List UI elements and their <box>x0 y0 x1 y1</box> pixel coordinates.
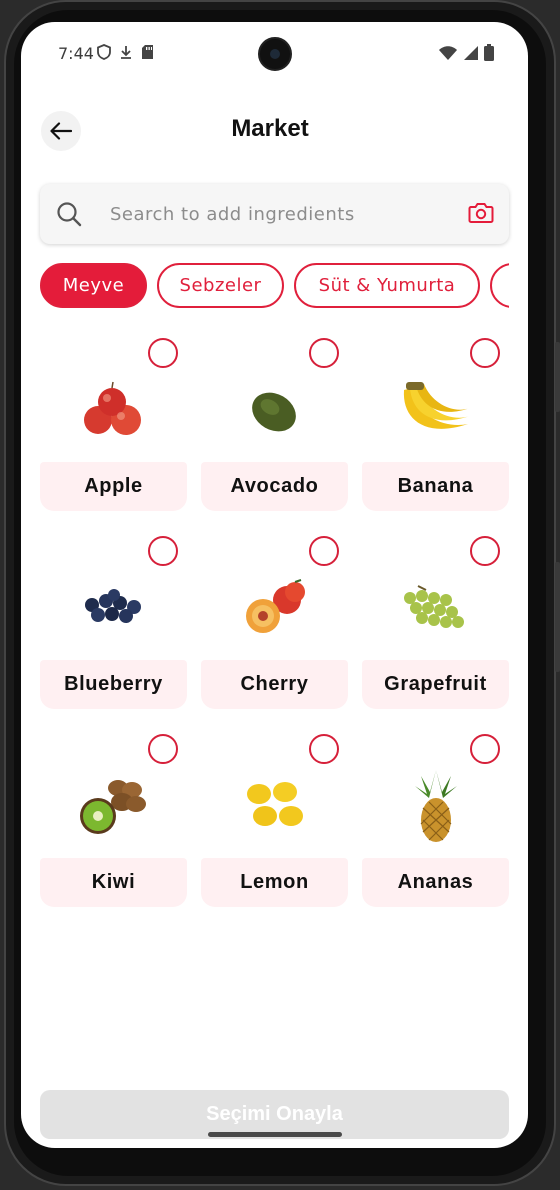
front-camera <box>258 37 292 71</box>
chip-sebzeler[interactable]: Sebzeler <box>157 263 284 308</box>
item-label-box: Banana <box>362 462 509 511</box>
home-indicator[interactable] <box>208 1132 342 1137</box>
status-bar: 7:44 <box>21 22 528 86</box>
select-radio[interactable] <box>470 734 500 764</box>
avocado-image <box>201 355 348 465</box>
search-input[interactable] <box>110 200 440 228</box>
item-card-ananas[interactable]: Ananas <box>362 731 509 907</box>
select-radio[interactable] <box>148 338 178 368</box>
status-icons-right <box>439 44 494 61</box>
item-label-box: Grapefruit <box>362 660 509 709</box>
item-label-box: Avocado <box>201 462 348 511</box>
item-card-kiwi[interactable]: Kiwi <box>40 731 187 907</box>
lemon-image <box>201 751 348 861</box>
item-card-blueberry[interactable]: Blueberry <box>40 533 187 709</box>
wifi-icon <box>439 45 457 60</box>
shield-icon <box>97 44 111 60</box>
item-card-lemon[interactable]: Lemon <box>201 731 348 907</box>
item-card-avocado[interactable]: Avocado <box>201 335 348 511</box>
item-name: Grapefruit <box>384 673 487 695</box>
item-name: Blueberry <box>64 673 163 695</box>
select-radio[interactable] <box>148 536 178 566</box>
select-radio[interactable] <box>309 536 339 566</box>
item-name: Cherry <box>240 673 309 695</box>
blueberry-image <box>40 553 187 663</box>
cherry-image <box>201 553 348 663</box>
search-bar[interactable] <box>40 184 509 244</box>
camera-icon[interactable] <box>468 201 494 225</box>
item-label-box: Cherry <box>201 660 348 709</box>
banana-image <box>362 355 509 465</box>
chip-meyve[interactable]: Meyve <box>40 263 147 308</box>
item-name: Lemon <box>240 871 309 893</box>
item-name: Apple <box>84 475 143 497</box>
status-icons-left <box>97 44 154 60</box>
volume-button <box>555 342 560 412</box>
category-chips: Meyve Sebzeler Süt & Yumurta <box>40 263 509 309</box>
item-card-banana[interactable]: Banana <box>362 335 509 511</box>
app-screen: 7:44 Market Search to add ingredients Me… <box>21 22 528 1148</box>
item-name: Avocado <box>230 475 319 497</box>
item-name: Ananas <box>397 871 474 893</box>
sd-card-icon <box>142 45 153 59</box>
item-card-apple[interactable]: Apple <box>40 335 187 511</box>
select-radio[interactable] <box>309 734 339 764</box>
status-time: 7:44 <box>58 44 94 63</box>
grapefruit-image <box>362 553 509 663</box>
item-label-box: Apple <box>40 462 187 511</box>
select-radio[interactable] <box>470 338 500 368</box>
item-label-box: Kiwi <box>40 858 187 907</box>
page-title: Market <box>231 115 309 142</box>
item-name: Kiwi <box>91 871 136 893</box>
item-label-box: Lemon <box>201 858 348 907</box>
ananas-image <box>362 751 509 861</box>
chip-more[interactable] <box>490 263 509 308</box>
item-label-box: Ananas <box>362 858 509 907</box>
item-card-grapefruit[interactable]: Grapefruit <box>362 533 509 709</box>
select-radio[interactable] <box>309 338 339 368</box>
item-label-box: Blueberry <box>40 660 187 709</box>
apple-image <box>40 355 187 465</box>
kiwi-image <box>40 751 187 861</box>
signal-icon <box>464 45 478 60</box>
search-icon <box>57 202 82 227</box>
battery-icon <box>484 44 494 61</box>
select-radio[interactable] <box>148 734 178 764</box>
select-radio[interactable] <box>470 536 500 566</box>
chip-sut-yumurta[interactable]: Süt & Yumurta <box>294 263 480 308</box>
power-button <box>555 562 560 672</box>
item-name: Banana <box>397 475 474 497</box>
download-icon <box>121 46 131 59</box>
item-card-cherry[interactable]: Cherry <box>201 533 348 709</box>
